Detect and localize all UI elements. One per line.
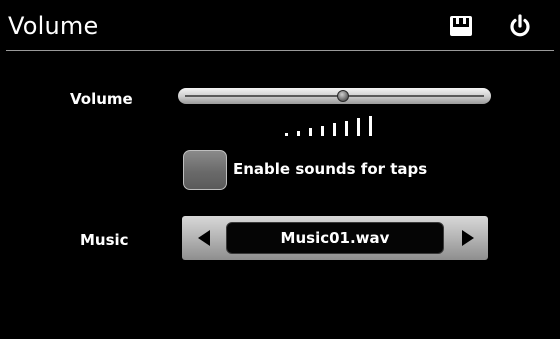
music-selected-value[interactable]: Music01.wav <box>226 222 444 254</box>
title-divider <box>6 50 554 51</box>
tap-sounds-label: Enable sounds for taps <box>233 160 428 178</box>
volume-level-bar <box>309 128 312 136</box>
volume-settings-screen: Volume Volume Enable sounds for taps Mus… <box>0 0 560 339</box>
save-button[interactable] <box>449 14 473 38</box>
tap-sounds-checkbox[interactable] <box>183 150 227 190</box>
volume-level-bar <box>345 120 348 136</box>
music-selector: Music01.wav <box>182 216 488 260</box>
volume-label: Volume <box>70 90 133 108</box>
previous-music-button[interactable] <box>182 216 224 260</box>
volume-slider[interactable] <box>178 88 491 104</box>
volume-level-bar <box>285 133 288 136</box>
next-music-button[interactable] <box>446 216 488 260</box>
volume-level-bar <box>297 130 300 136</box>
triangle-right-icon <box>462 230 474 246</box>
slider-groove <box>185 95 484 97</box>
power-button[interactable] <box>508 14 532 38</box>
page-title: Volume <box>8 12 99 40</box>
volume-level-bar <box>333 123 336 136</box>
volume-level-bar <box>369 116 372 136</box>
triangle-left-icon <box>198 230 210 246</box>
title-bar: Volume <box>0 0 560 50</box>
volume-level-indicator <box>285 116 377 136</box>
power-icon <box>510 14 530 37</box>
volume-level-bar <box>321 125 324 136</box>
save-icon <box>450 16 472 36</box>
music-label: Music <box>80 231 129 249</box>
volume-level-bar <box>357 118 360 136</box>
